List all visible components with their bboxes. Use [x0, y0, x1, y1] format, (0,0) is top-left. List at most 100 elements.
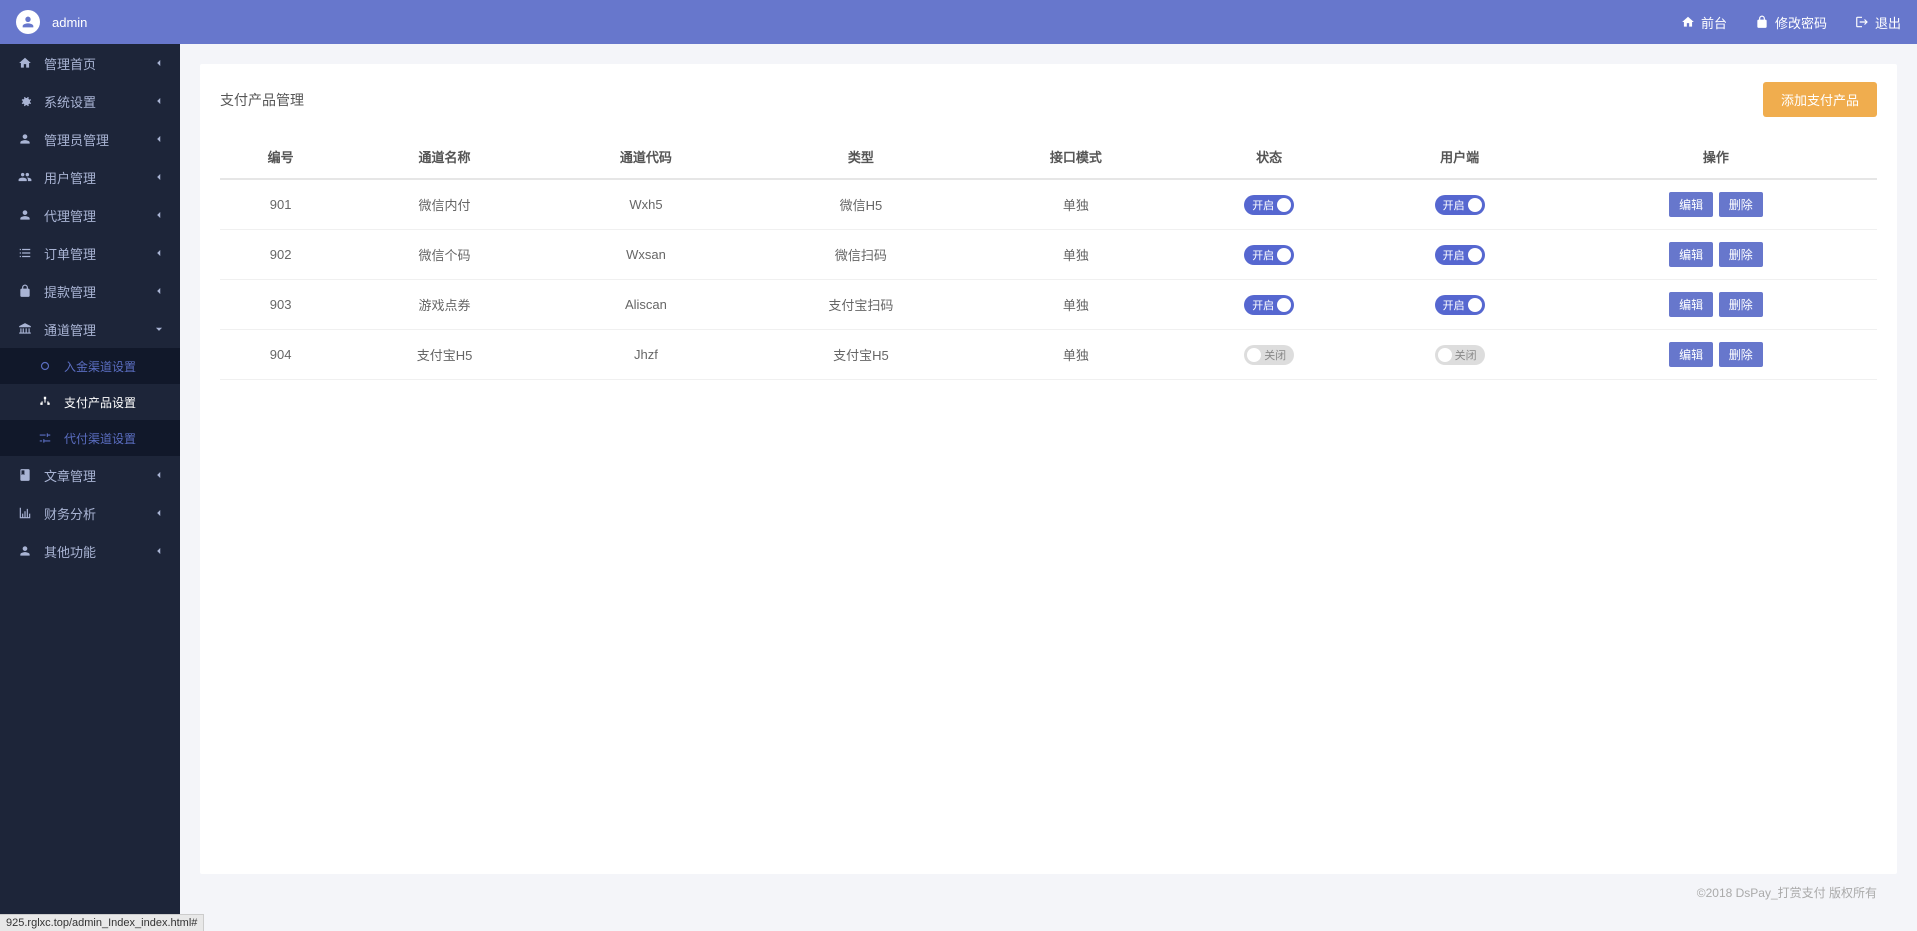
chevron-icon [154, 170, 164, 185]
home-icon [1681, 15, 1695, 29]
sidebar-item-label: 通道管理 [44, 320, 96, 339]
table-row: 904 支付宝H5 Jhzf 支付宝H5 单独 关闭 关闭 编辑 删除 [220, 330, 1877, 380]
toggle-knob [1468, 248, 1482, 262]
client-toggle[interactable]: 开启 [1435, 295, 1485, 315]
status-toggle[interactable]: 开启 [1244, 295, 1294, 315]
sub-icon [36, 395, 54, 409]
th-status: 状态 [1174, 135, 1364, 179]
sidebar-item-4[interactable]: 代理管理 [0, 196, 180, 234]
sidebar-item-7[interactable]: 通道管理 [0, 310, 180, 348]
sidebar-item-label: 文章管理 [44, 466, 96, 485]
sidebar-item-label: 财务分析 [44, 504, 96, 523]
sidebar-item-1[interactable]: 系统设置 [0, 82, 180, 120]
table-header-row: 编号 通道名称 通道代码 类型 接口模式 状态 用户端 操作 [220, 135, 1877, 179]
chevron-icon [154, 246, 164, 261]
add-product-button[interactable]: 添加支付产品 [1763, 82, 1877, 117]
chevron-icon [154, 322, 164, 337]
sidebar-item-label: 系统设置 [44, 92, 96, 111]
th-type: 类型 [744, 135, 978, 179]
th-code: 通道代码 [548, 135, 744, 179]
th-name: 通道名称 [341, 135, 548, 179]
cell-mode: 单独 [978, 179, 1174, 230]
cell-name: 游戏点券 [341, 280, 548, 330]
toggle-knob [1277, 198, 1291, 212]
chevron-icon [154, 468, 164, 483]
cell-id: 904 [220, 330, 341, 380]
status-toggle[interactable]: 关闭 [1244, 345, 1294, 365]
chevron-icon [154, 506, 164, 521]
th-mode: 接口模式 [978, 135, 1174, 179]
delete-button[interactable]: 删除 [1719, 292, 1763, 317]
sidebar-subitem-2[interactable]: 代付渠道设置 [0, 420, 180, 456]
client-toggle[interactable]: 开启 [1435, 195, 1485, 215]
sidebar-item-label: 管理员管理 [44, 130, 109, 149]
cell-type: 支付宝扫码 [744, 280, 978, 330]
sidebar-item-label: 用户管理 [44, 168, 96, 187]
sidebar-subitem-1[interactable]: 支付产品设置 [0, 384, 180, 420]
sidebar-item-2[interactable]: 管理员管理 [0, 120, 180, 158]
toggle-knob [1277, 248, 1291, 262]
sidebar-item-3[interactable]: 用户管理 [0, 158, 180, 196]
home-icon [16, 56, 34, 70]
edit-button[interactable]: 编辑 [1669, 242, 1713, 267]
delete-button[interactable]: 删除 [1719, 242, 1763, 267]
edit-button[interactable]: 编辑 [1669, 192, 1713, 217]
edit-button[interactable]: 编辑 [1669, 292, 1713, 317]
logout-link[interactable]: 退出 [1855, 13, 1901, 32]
chevron-icon [154, 56, 164, 71]
sidebar-item-label: 管理首页 [44, 54, 96, 73]
table-row: 901 微信内付 Wxh5 微信H5 单独 开启 开启 编辑 删除 [220, 179, 1877, 230]
lock-icon [16, 284, 34, 298]
cell-name: 微信内付 [341, 179, 548, 230]
cell-status: 关闭 [1174, 330, 1364, 380]
chevron-icon [154, 94, 164, 109]
cell-client: 开启 [1364, 230, 1554, 280]
toggle-knob [1247, 348, 1261, 362]
sidebar-item-5[interactable]: 订单管理 [0, 234, 180, 272]
cell-status: 开启 [1174, 179, 1364, 230]
cell-id: 901 [220, 179, 341, 230]
chevron-icon [154, 208, 164, 223]
cell-client: 开启 [1364, 179, 1554, 230]
status-toggle[interactable]: 开启 [1244, 195, 1294, 215]
cogs-icon [16, 94, 34, 108]
cell-action: 编辑 删除 [1555, 179, 1877, 230]
user-icon [16, 208, 34, 222]
chart-icon [16, 506, 34, 520]
user-icon [20, 14, 36, 30]
delete-button[interactable]: 删除 [1719, 192, 1763, 217]
sidebar-item-9[interactable]: 财务分析 [0, 494, 180, 532]
sidebar-item-0[interactable]: 管理首页 [0, 44, 180, 82]
sidebar-item-6[interactable]: 提款管理 [0, 272, 180, 310]
cell-client: 开启 [1364, 280, 1554, 330]
delete-button[interactable]: 删除 [1719, 342, 1763, 367]
sidebar-item-label: 其他功能 [44, 542, 96, 561]
sidebar-item-10[interactable]: 其他功能 [0, 532, 180, 570]
users-icon [16, 170, 34, 184]
cell-mode: 单独 [978, 330, 1174, 380]
change-password-label: 修改密码 [1775, 13, 1827, 32]
sidebar-item-8[interactable]: 文章管理 [0, 456, 180, 494]
client-toggle[interactable]: 开启 [1435, 245, 1485, 265]
edit-button[interactable]: 编辑 [1669, 342, 1713, 367]
panel: 支付产品管理 添加支付产品 编号 通道名称 通道代码 类型 接口模式 状态 用户… [200, 64, 1897, 874]
client-toggle[interactable]: 关闭 [1435, 345, 1485, 365]
sidebar-submenu: 入金渠道设置支付产品设置代付渠道设置 [0, 348, 180, 456]
book-icon [16, 468, 34, 482]
frontend-link[interactable]: 前台 [1681, 13, 1727, 32]
logout-icon [1855, 15, 1869, 29]
toggle-knob [1438, 348, 1452, 362]
sidebar-subitem-label: 入金渠道设置 [64, 358, 136, 375]
status-toggle[interactable]: 开启 [1244, 245, 1294, 265]
browser-status-bar: 925.rglxc.top/admin_Index_index.html# [0, 914, 204, 931]
avatar [16, 10, 40, 34]
panel-title: 支付产品管理 [220, 90, 304, 110]
toggle-knob [1277, 298, 1291, 312]
sidebar-subitem-label: 代付渠道设置 [64, 430, 136, 447]
change-password-link[interactable]: 修改密码 [1755, 13, 1827, 32]
top-header: admin 前台 修改密码 退出 [0, 0, 1917, 44]
sidebar-subitem-0[interactable]: 入金渠道设置 [0, 348, 180, 384]
sidebar-subitem-label: 支付产品设置 [64, 394, 136, 411]
logout-label: 退出 [1875, 13, 1901, 32]
lock-icon [1755, 15, 1769, 29]
